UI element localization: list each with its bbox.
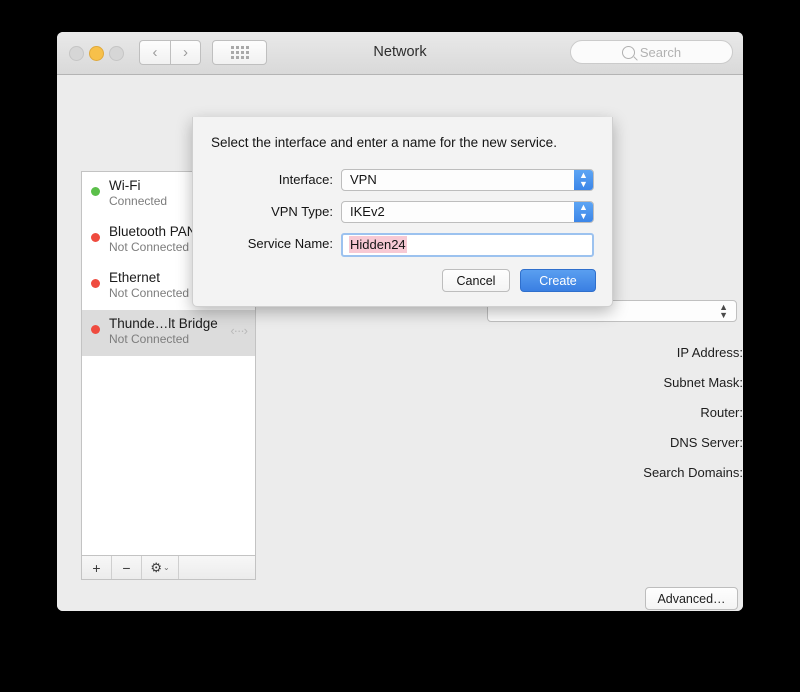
plus-icon: +	[92, 560, 100, 576]
service-name-label: Service Name:	[193, 233, 333, 255]
vpn-type-row: VPN Type: IKEv2 ▲▼	[193, 201, 612, 223]
new-service-sheet: Select the interface and enter a name fo…	[192, 117, 613, 307]
sheet-title: Select the interface and enter a name fo…	[211, 135, 557, 150]
vpn-type-value: IKEv2	[350, 204, 385, 219]
subnet-mask-label: Subnet Mask:	[483, 375, 743, 390]
service-name: Thunde…lt Bridge	[109, 316, 247, 332]
router-label: Router:	[483, 405, 743, 420]
status-dot-icon	[91, 279, 100, 288]
stepper-icon: ▲▼	[574, 170, 593, 190]
toolbar-filler	[179, 556, 255, 579]
vpn-type-label: VPN Type:	[193, 201, 333, 223]
dns-server-label: DNS Server:	[483, 435, 743, 450]
interface-value: VPN	[350, 172, 377, 187]
status-dot-icon	[91, 187, 100, 196]
list-item[interactable]: Thunde…lt Bridge Not Connected ‹···›	[82, 310, 255, 356]
search-icon	[622, 46, 635, 59]
network-preferences-window: ‹ › Network Search Wi-Fi Connected	[57, 32, 743, 611]
cancel-button[interactable]: Cancel	[442, 269, 510, 292]
services-toolbar: + − ⚙ ⌄	[81, 556, 256, 580]
service-name-value: Hidden24	[349, 236, 407, 253]
search-domains-label: Search Domains:	[483, 465, 743, 480]
service-actions-button[interactable]: ⚙ ⌄	[142, 556, 179, 579]
interface-label: Interface:	[193, 169, 333, 191]
window-content: Wi-Fi Connected Bluetooth PAN Not Connec…	[57, 75, 743, 611]
remove-service-button[interactable]: −	[112, 556, 142, 579]
interface-select[interactable]: VPN ▲▼	[341, 169, 594, 191]
service-name-input[interactable]: Hidden24	[341, 233, 594, 257]
advanced-button[interactable]: Advanced…	[645, 587, 738, 610]
stepper-icon: ▲▼	[574, 202, 593, 222]
chevron-down-icon: ⌄	[163, 563, 170, 572]
ip-address-label: IP Address:	[483, 345, 743, 360]
thunderbolt-bridge-icon: ‹···›	[230, 323, 247, 338]
service-name-row: Service Name: Hidden24	[193, 233, 612, 255]
add-service-button[interactable]: +	[82, 556, 112, 579]
search-input[interactable]: Search	[570, 40, 733, 64]
minus-icon: −	[122, 560, 130, 576]
status-dot-icon	[91, 325, 100, 334]
gear-icon: ⚙	[150, 560, 162, 576]
vpn-type-select[interactable]: IKEv2 ▲▼	[341, 201, 594, 223]
window-titlebar: ‹ › Network Search	[57, 32, 743, 75]
status-dot-icon	[91, 233, 100, 242]
interface-row: Interface: VPN ▲▼	[193, 169, 612, 191]
service-status: Not Connected	[109, 332, 247, 347]
stepper-icon: ▲▼	[719, 303, 728, 319]
create-button[interactable]: Create	[520, 269, 596, 292]
search-placeholder: Search	[640, 45, 681, 60]
